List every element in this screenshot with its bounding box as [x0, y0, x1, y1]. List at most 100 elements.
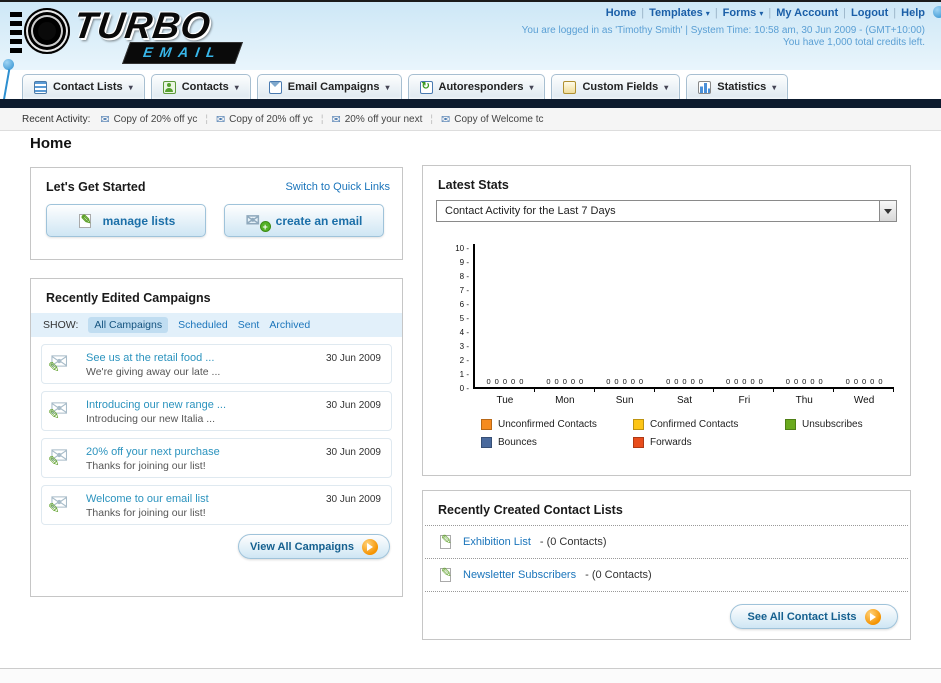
envelope-icon: ✉: [100, 113, 110, 126]
stats-chart: 10 -9 -8 -7 -6 -5 -4 -3 -2 -1 -0 - 00000…: [451, 244, 895, 406]
contacts-icon: [162, 80, 176, 94]
campaign-subtitle: Introducing our new Italia ...: [86, 413, 215, 425]
legend-item: Unsubscribes: [785, 419, 937, 430]
pencil-pad-icon: ✎: [440, 532, 452, 549]
contact-list-count: - (0 Contacts): [539, 536, 607, 548]
filter-archived[interactable]: Archived: [269, 319, 310, 331]
latest-stats-panel: Latest Stats Contact Activity for the La…: [422, 165, 911, 476]
envelope-pencil-icon: ✉ ✎: [48, 349, 69, 376]
app-logo[interactable]: TURBO EMAIL: [10, 5, 243, 64]
envelope-pencil-icon: ✉ ✎: [48, 490, 69, 517]
campaign-subtitle: We're giving away our late ...: [86, 366, 221, 378]
statistics-icon: [698, 80, 712, 94]
envelope-icon: ✉: [215, 113, 226, 126]
filter-all-campaigns[interactable]: All Campaigns: [88, 317, 169, 333]
envelope-icon: ✉: [331, 113, 341, 126]
contact-lists-panel: Recently Created Contact Lists ✎ Exhibit…: [422, 490, 911, 640]
contact-list-link[interactable]: Exhibition List: [463, 536, 531, 548]
contact-list-link[interactable]: Newsletter Subscribers: [463, 569, 576, 581]
chevron-down-icon: ▾: [234, 82, 239, 92]
logo-turbo-text: TURBO: [71, 5, 214, 46]
see-all-contact-lists-button[interactable]: See All Contact Lists: [730, 604, 898, 629]
manage-lists-button[interactable]: ✎ manage lists: [46, 204, 206, 237]
forms-dropdown-icon: ▾: [759, 9, 764, 18]
campaign-date: 30 Jun 2009: [325, 353, 381, 364]
campaign-title-link[interactable]: Introducing our new range ...: [86, 399, 226, 411]
nav-link-logout[interactable]: Logout: [851, 7, 888, 19]
chevron-down-icon: ▾: [772, 82, 777, 92]
templates-dropdown-icon: ▾: [705, 9, 710, 18]
recent-activity-bar: Recent Activity: ✉ Copy of 20% off yc ¦ …: [0, 108, 941, 131]
pencil-pad-icon: ✎: [440, 565, 452, 582]
recent-activity-item[interactable]: ✉ Copy of Welcome tc: [441, 113, 544, 126]
tab-statistics[interactable]: Statistics ▾: [686, 74, 789, 99]
footer-divider: [0, 668, 941, 683]
get-started-buttons: ✎ manage lists ✉ + create an email: [31, 202, 402, 237]
header: TURBO EMAIL Home | Templates ▾ | Forms ▾ | My …: [0, 2, 941, 70]
chevron-down-icon: [879, 201, 896, 221]
contact-list-row[interactable]: ✎ Newsletter Subscribers - (0 Contacts): [425, 559, 908, 592]
chart-groups: 00000000000000000000000000000000000: [486, 377, 883, 386]
view-all-campaigns-button[interactable]: View All Campaigns: [238, 534, 390, 559]
tab-contacts[interactable]: Contacts ▾: [150, 74, 251, 99]
campaign-title-link[interactable]: See us at the retail food ...: [86, 352, 220, 364]
tab-label: Statistics: [717, 81, 767, 93]
campaign-date: 30 Jun 2009: [325, 494, 381, 505]
logo-speed-lines-icon: [10, 12, 22, 54]
tab-custom-fields[interactable]: Custom Fields ▾: [551, 74, 681, 99]
nav-link-templates[interactable]: Templates: [649, 7, 703, 19]
filter-scheduled[interactable]: Scheduled: [178, 319, 228, 331]
nav-link-my-account[interactable]: My Account: [776, 7, 838, 19]
tab-label: Contact Lists: [53, 81, 123, 93]
campaign-row[interactable]: ✉ ✎ See us at the retail food ... We're g…: [41, 344, 392, 384]
campaigns-filter-bar: SHOW: All Campaigns Scheduled Sent Archi…: [31, 313, 402, 337]
logo-email-text: EMAIL: [142, 44, 224, 60]
nav-link-forms[interactable]: Forms: [723, 7, 757, 19]
filter-sent[interactable]: Sent: [238, 319, 260, 331]
switch-quick-links-link[interactable]: Switch to Quick Links: [285, 181, 390, 193]
autoresponders-icon: [419, 80, 433, 94]
create-email-button[interactable]: ✉ + create an email: [224, 204, 384, 237]
contact-list-row[interactable]: ✎ Exhibition List - (0 Contacts): [425, 526, 908, 559]
app-window: TURBO EMAIL Home | Templates ▾ | Forms ▾ | My …: [0, 0, 941, 683]
nav-link-home[interactable]: Home: [606, 7, 637, 19]
show-label: SHOW:: [43, 319, 79, 331]
tab-contact-lists[interactable]: Contact Lists ▾: [22, 74, 145, 99]
pencil-pad-icon: ✎: [78, 211, 92, 228]
get-started-panel: Let's Get Started Switch to Quick Links …: [30, 167, 403, 260]
tab-label: Custom Fields: [582, 81, 659, 93]
campaign-title-link[interactable]: 20% off your next purchase: [86, 446, 220, 458]
nav-link-help[interactable]: Help: [901, 7, 925, 19]
campaign-subtitle: Thanks for joining our list!: [86, 460, 206, 472]
stats-period-select[interactable]: Contact Activity for the Last 7 Days: [436, 200, 897, 222]
credits-info: You have 1,000 total credits left.: [783, 37, 925, 48]
recent-activity-item[interactable]: ✉ Copy of 20% off yc: [100, 113, 197, 126]
tab-email-campaigns[interactable]: Email Campaigns ▾: [256, 74, 402, 99]
legend-item: Bounces: [481, 437, 633, 448]
recent-activity-item[interactable]: ✉ 20% off your next: [332, 113, 423, 126]
recent-activity-label: Recent Activity:: [22, 113, 91, 125]
arrow-right-icon: [361, 538, 378, 555]
tab-autoresponders[interactable]: Autoresponders ▾: [407, 74, 546, 99]
campaign-date: 30 Jun 2009: [325, 400, 381, 411]
chart-y-axis: 10 -9 -8 -7 -6 -5 -4 -3 -2 -1 -0 -: [455, 244, 469, 393]
campaign-row[interactable]: ✉ ✎ Welcome to our email list Thanks for …: [41, 485, 392, 525]
recent-activity-item[interactable]: ✉ Copy of 20% off yc: [216, 113, 313, 126]
campaign-row[interactable]: ✉ ✎ 20% off your next purchase Thanks for…: [41, 438, 392, 478]
legend-item: Confirmed Contacts: [633, 419, 785, 430]
envelope-plus-icon: ✉ +: [246, 212, 271, 232]
decorative-dot-right: [933, 6, 941, 18]
logo-text: TURBO EMAIL: [71, 5, 243, 64]
campaign-row[interactable]: ✉ ✎ Introducing our new range ... Introdu…: [41, 391, 392, 431]
main-nav-tabs: Contact Lists ▾ Contacts ▾ Email Campaig…: [22, 74, 789, 99]
campaign-subtitle: Thanks for joining our list!: [86, 507, 206, 519]
logo-speedometer-icon: [24, 8, 70, 54]
login-info: You are logged in as 'Timothy Smith' | S…: [521, 25, 925, 36]
latest-stats-title: Latest Stats: [438, 178, 509, 192]
campaign-title-link[interactable]: Welcome to our email list: [86, 493, 209, 505]
chart-plot-area: 00000000000000000000000000000000000: [473, 244, 894, 389]
campaigns-panel: Recently Edited Campaigns SHOW: All Camp…: [30, 278, 403, 597]
tab-label: Contacts: [181, 81, 229, 93]
contact-lists-title: Recently Created Contact Lists: [425, 491, 908, 526]
contact-lists-icon: [34, 80, 47, 94]
